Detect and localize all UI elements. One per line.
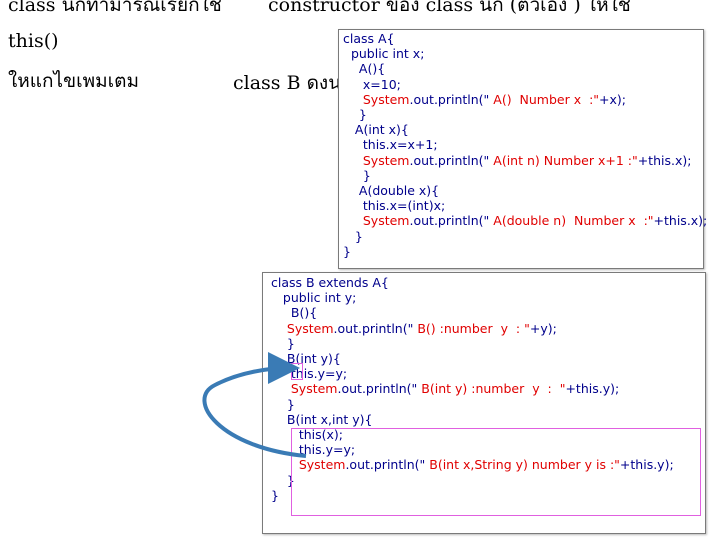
arrow-path (202, 352, 307, 458)
this-call-arrow (202, 352, 307, 458)
